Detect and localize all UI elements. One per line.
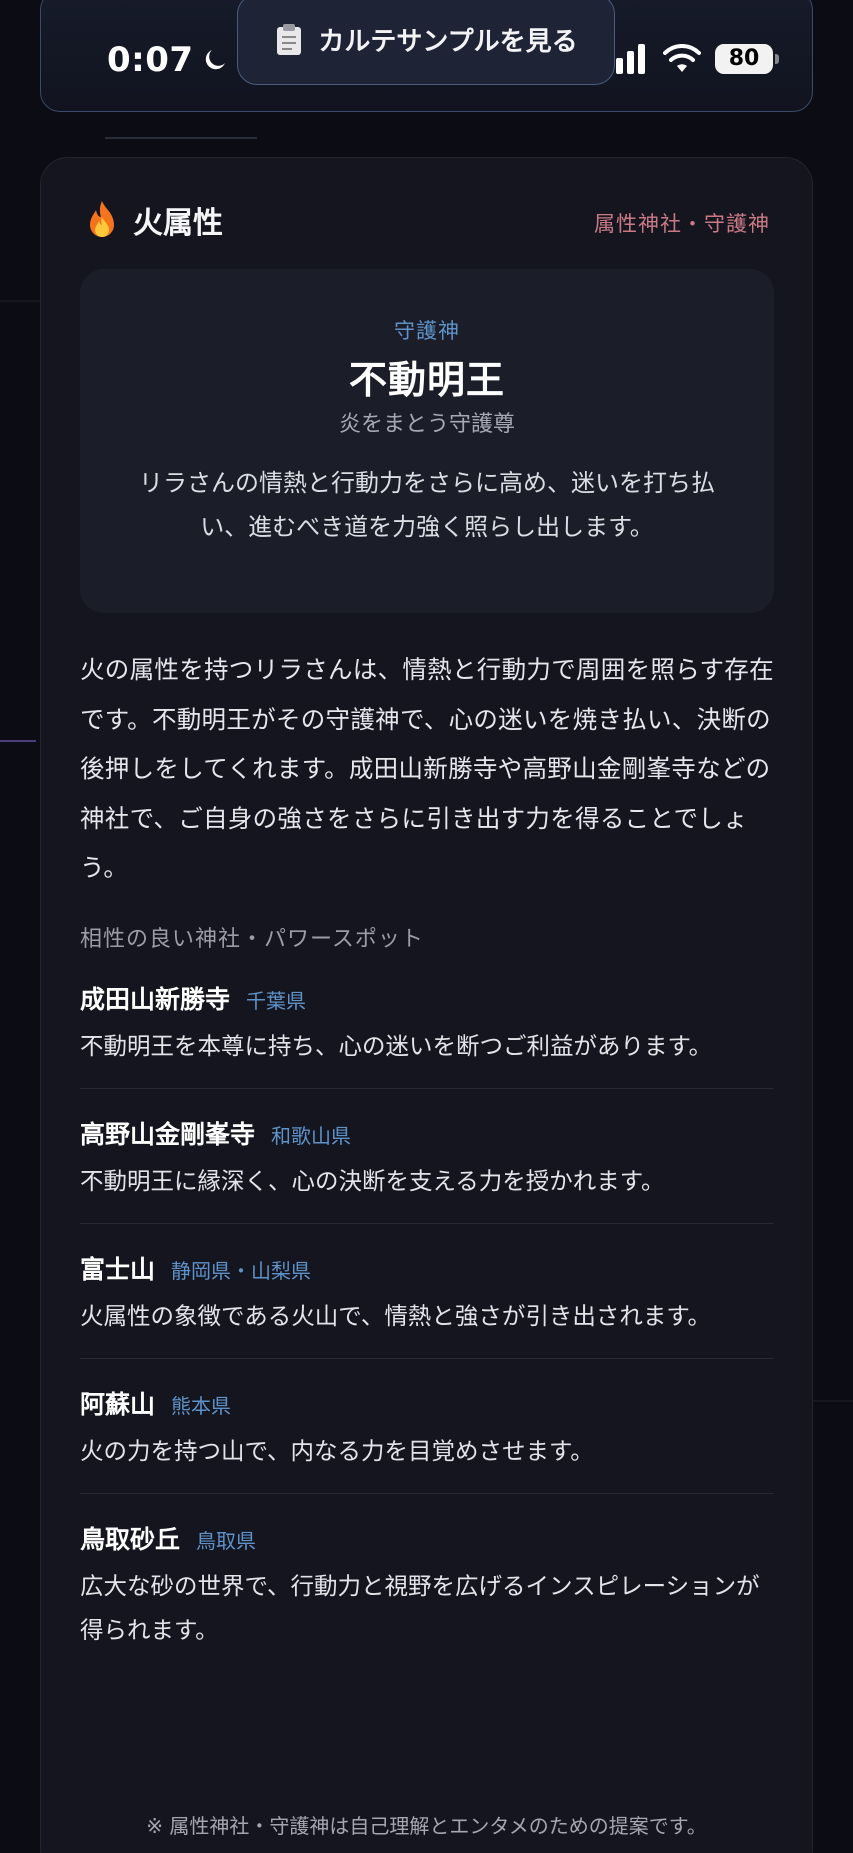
spot-name: 成田山新勝寺 xyxy=(80,985,231,1014)
spot-list: 成田山新勝寺 千葉県 不動明王を本尊に持ち、心の迷いを断つご利益があります。 高… xyxy=(80,980,774,1698)
element-card: 火属性 属性神社・守護神 守護神 不動明王 炎をまとう守護尊 リラさんの情熱と行… xyxy=(40,157,813,1853)
battery-indicator: 80 xyxy=(715,44,779,74)
moon-icon xyxy=(205,50,225,70)
list-item: 高野山金剛峯寺 和歌山県 不動明王に縁深く、心の決断を支える力を授かれます。 xyxy=(80,1115,774,1224)
guardian-description: リラさんの情熱と行動力をさらに高め、迷いを打ち払い、進むべき道を力強く照らし出し… xyxy=(139,469,715,541)
spot-description: 火属性の象徴である火山で、情熱と強さが引き出されます。 xyxy=(80,1302,711,1330)
list-item: 阿蘇山 熊本県 火の力を持つ山で、内なる力を目覚めさせます。 xyxy=(80,1385,774,1494)
wifi-icon xyxy=(663,44,701,72)
spot-description: 広大な砂の世界で、行動力と視野を広げるインスピレーションが得られます。 xyxy=(80,1572,760,1644)
view-sample-button[interactable]: カルテサンプルを見る xyxy=(237,0,615,85)
spot-description: 不動明王に縁深く、心の決断を支える力を授かれます。 xyxy=(80,1167,665,1195)
bg-line xyxy=(0,740,36,742)
page: 0:07 80 カルテサンプルを見る 火属性 属性神社・守護神 守護神 不動明王… xyxy=(0,0,853,1853)
list-item: 富士山 静岡県・山梨県 火属性の象徴である火山で、情熱と強さが引き出されます。 xyxy=(80,1250,774,1359)
intro-text: 火の属性を持つリラさんは、情熱と行動力で周囲を照らす存在です。不動明王がその守護… xyxy=(80,655,774,882)
view-sample-label: カルテサンプルを見る xyxy=(318,27,578,57)
spot-prefecture: 和歌山県 xyxy=(271,1124,352,1148)
status-indicators: 80 xyxy=(605,44,779,74)
card-header: 火属性 xyxy=(83,198,223,242)
spot-prefecture: 千葉県 xyxy=(246,989,307,1013)
spot-name: 高野山金剛峯寺 xyxy=(80,1120,256,1149)
bg-line xyxy=(0,300,40,302)
footnote: ※ 属性神社・守護神は自己理解とエンタメのための提案です。 xyxy=(146,1814,707,1838)
fire-icon xyxy=(90,201,114,237)
spot-description: 火の力を持つ山で、内なる力を目覚めさせます。 xyxy=(80,1437,594,1465)
bg-line xyxy=(105,137,257,139)
clipboard-icon xyxy=(277,23,302,55)
status-time: 0:07 xyxy=(107,40,230,80)
guardian-subtitle: 炎をまとう守護尊 xyxy=(338,412,515,437)
list-item: 鳥取砂丘 鳥取県 広大な砂の世界で、行動力と視野を広げるインスピレーションが得ら… xyxy=(80,1520,774,1672)
section-label: 相性の良い神社・パワースポット xyxy=(80,927,424,952)
card-title: 火属性 xyxy=(133,206,223,241)
spot-name: 鳥取砂丘 xyxy=(80,1525,181,1554)
spot-name: 富士山 xyxy=(80,1255,156,1284)
spot-prefecture: 熊本県 xyxy=(171,1394,232,1418)
list-item: 成田山新勝寺 千葉県 不動明王を本尊に持ち、心の迷いを断つご利益があります。 xyxy=(80,980,774,1089)
guardian-label: 守護神 xyxy=(394,319,460,343)
guardian-box: 守護神 不動明王 炎をまとう守護尊 リラさんの情熱と行動力をさらに高め、迷いを打… xyxy=(80,269,774,613)
spot-name: 阿蘇山 xyxy=(80,1390,156,1419)
guardian-name: 不動明王 xyxy=(348,358,505,402)
spot-prefecture: 静岡県・山梨県 xyxy=(171,1259,312,1283)
bg-line xyxy=(813,1400,853,1402)
spot-description: 不動明王を本尊に持ち、心の迷いを断つご利益があります。 xyxy=(80,1032,713,1060)
card-tag: 属性神社・守護神 xyxy=(594,212,770,236)
time-text: 0:07 xyxy=(107,40,194,80)
spot-prefecture: 鳥取県 xyxy=(196,1529,257,1553)
